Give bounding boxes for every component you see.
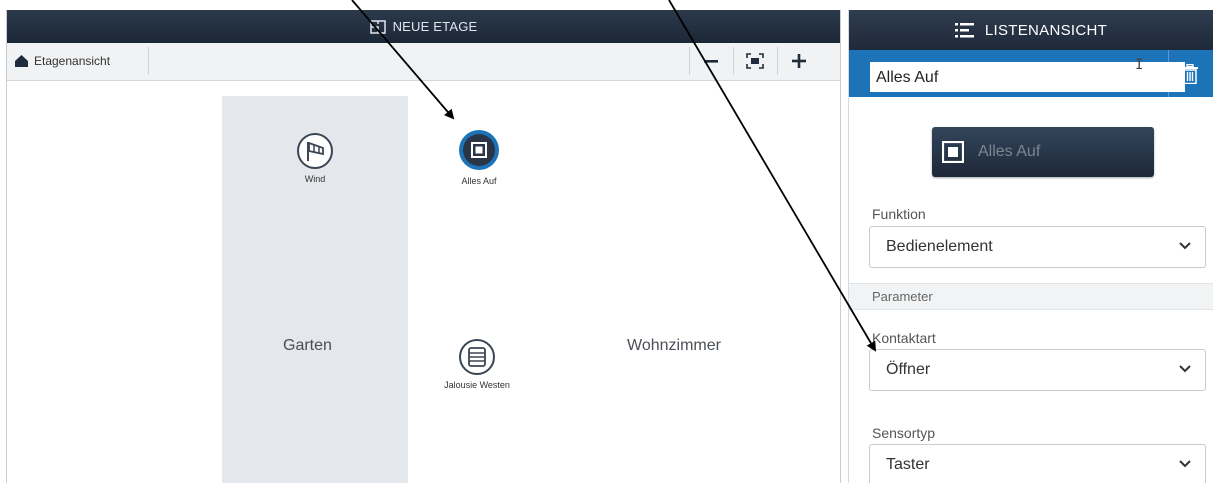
device-label: Alles Auf [461,176,497,186]
list-view-panel: LISTENANSICHT Alles Auf Fun [848,10,1213,483]
sensor-type-value: Taster [886,456,930,473]
floor-plan-icon [369,19,386,34]
floor-canvas[interactable]: Garten Wohnzimmer Wind Alles Auf Jalousi… [7,82,840,483]
preview-button[interactable]: Alles Auf [932,127,1154,177]
section-label: Parameter [872,289,933,304]
device-label: Jalousie Westen [444,380,510,390]
sensor-type-label: Sensortyp [872,425,936,441]
floor-view-panel: NEUE ETAGE Etagenansicht Garten Wohnzimm… [6,10,841,483]
zoom-in-button[interactable] [777,47,819,75]
preview-label: Alles Auf [978,143,1041,160]
square-button-icon [457,128,501,172]
app-window: NEUE ETAGE Etagenansicht Garten Wohnzimm… [0,0,1221,483]
breadcrumb-label: Etagenansicht [34,54,111,68]
contact-type-label: Kontaktart [872,330,936,346]
blind-icon [458,338,496,376]
chevron-down-icon [1179,365,1191,373]
windsock-icon [296,132,334,170]
breadcrumb[interactable]: Etagenansicht [7,47,149,75]
floor-title: NEUE ETAGE [392,19,478,34]
room-label-wohnzimmer: Wohnzimmer [627,337,721,354]
floor-header: NEUE ETAGE [7,10,840,43]
room-label-garten: Garten [283,337,332,354]
device-wind[interactable]: Wind [295,132,335,184]
chevron-down-icon [1179,460,1191,468]
square-button-icon [942,141,964,163]
parameter-section-header: Parameter [849,283,1213,310]
chevron-down-icon [1179,242,1191,250]
contact-type-value: Öffner [886,361,931,378]
plus-icon [791,54,806,68]
sensor-type-select[interactable]: Taster [869,444,1206,483]
device-label: Wind [304,174,326,184]
home-icon [15,55,28,67]
text-cursor-icon: I [1135,57,1144,73]
device-jalousie-westen[interactable]: Jalousie Westen [437,338,517,390]
floor-toolbar: Etagenansicht [7,43,840,81]
list-header: LISTENANSICHT [849,10,1213,50]
function-select[interactable]: Bedienelement [869,226,1206,268]
fit-to-screen-button[interactable] [733,47,775,75]
fit-screen-icon [745,53,764,69]
list-icon [954,23,974,38]
list-title: LISTENANSICHT [984,21,1108,39]
contact-type-select[interactable]: Öffner [869,349,1206,391]
zoom-out-button[interactable] [689,47,731,75]
function-label: Funktion [872,206,926,222]
function-value: Bedienelement [886,238,993,255]
minus-icon [703,60,718,63]
device-alles-auf[interactable]: Alles Auf [449,128,509,186]
